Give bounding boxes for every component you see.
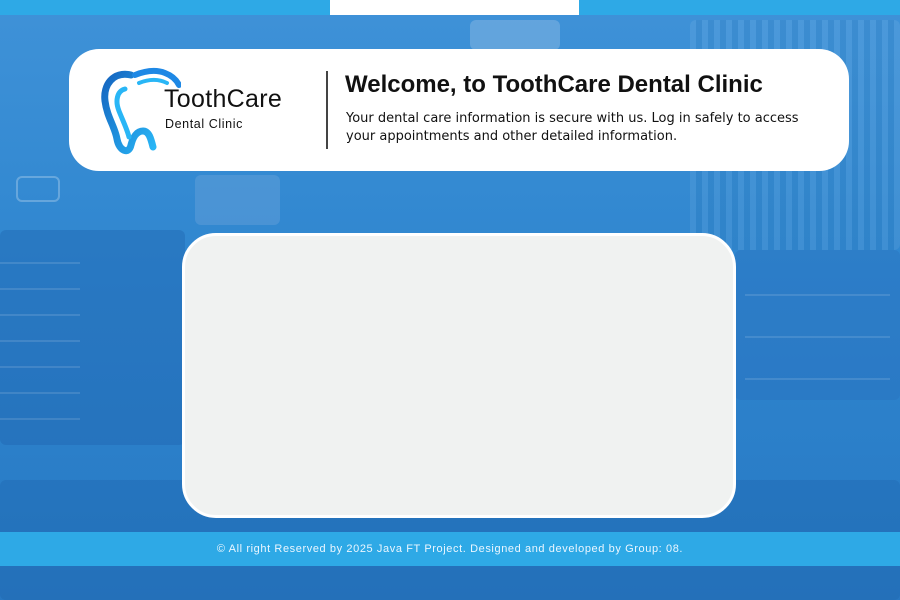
welcome-title: Welcome, to ToothCare Dental Clinic xyxy=(345,71,763,98)
login-panel xyxy=(182,233,736,518)
footer: © All right Reserved by 2025 Java FT Pro… xyxy=(0,532,900,566)
dental-chair xyxy=(195,175,280,225)
footer-copyright: © All right Reserved by 2025 Java FT Pro… xyxy=(216,543,684,555)
header-divider xyxy=(326,71,328,149)
brand-name: ToothCare xyxy=(164,85,283,113)
welcome-description: Your dental care information is secure w… xyxy=(346,111,799,144)
dental-lamp xyxy=(470,20,560,50)
top-bar-tab xyxy=(330,0,579,15)
left-cabinet xyxy=(0,230,185,445)
wall-outlet xyxy=(16,176,60,202)
brand-subtitle: Dental Clinic xyxy=(165,117,243,131)
header-card: ToothCare Dental Clinic Welcome, to Toot… xyxy=(69,49,849,171)
right-cabinet xyxy=(735,250,900,400)
